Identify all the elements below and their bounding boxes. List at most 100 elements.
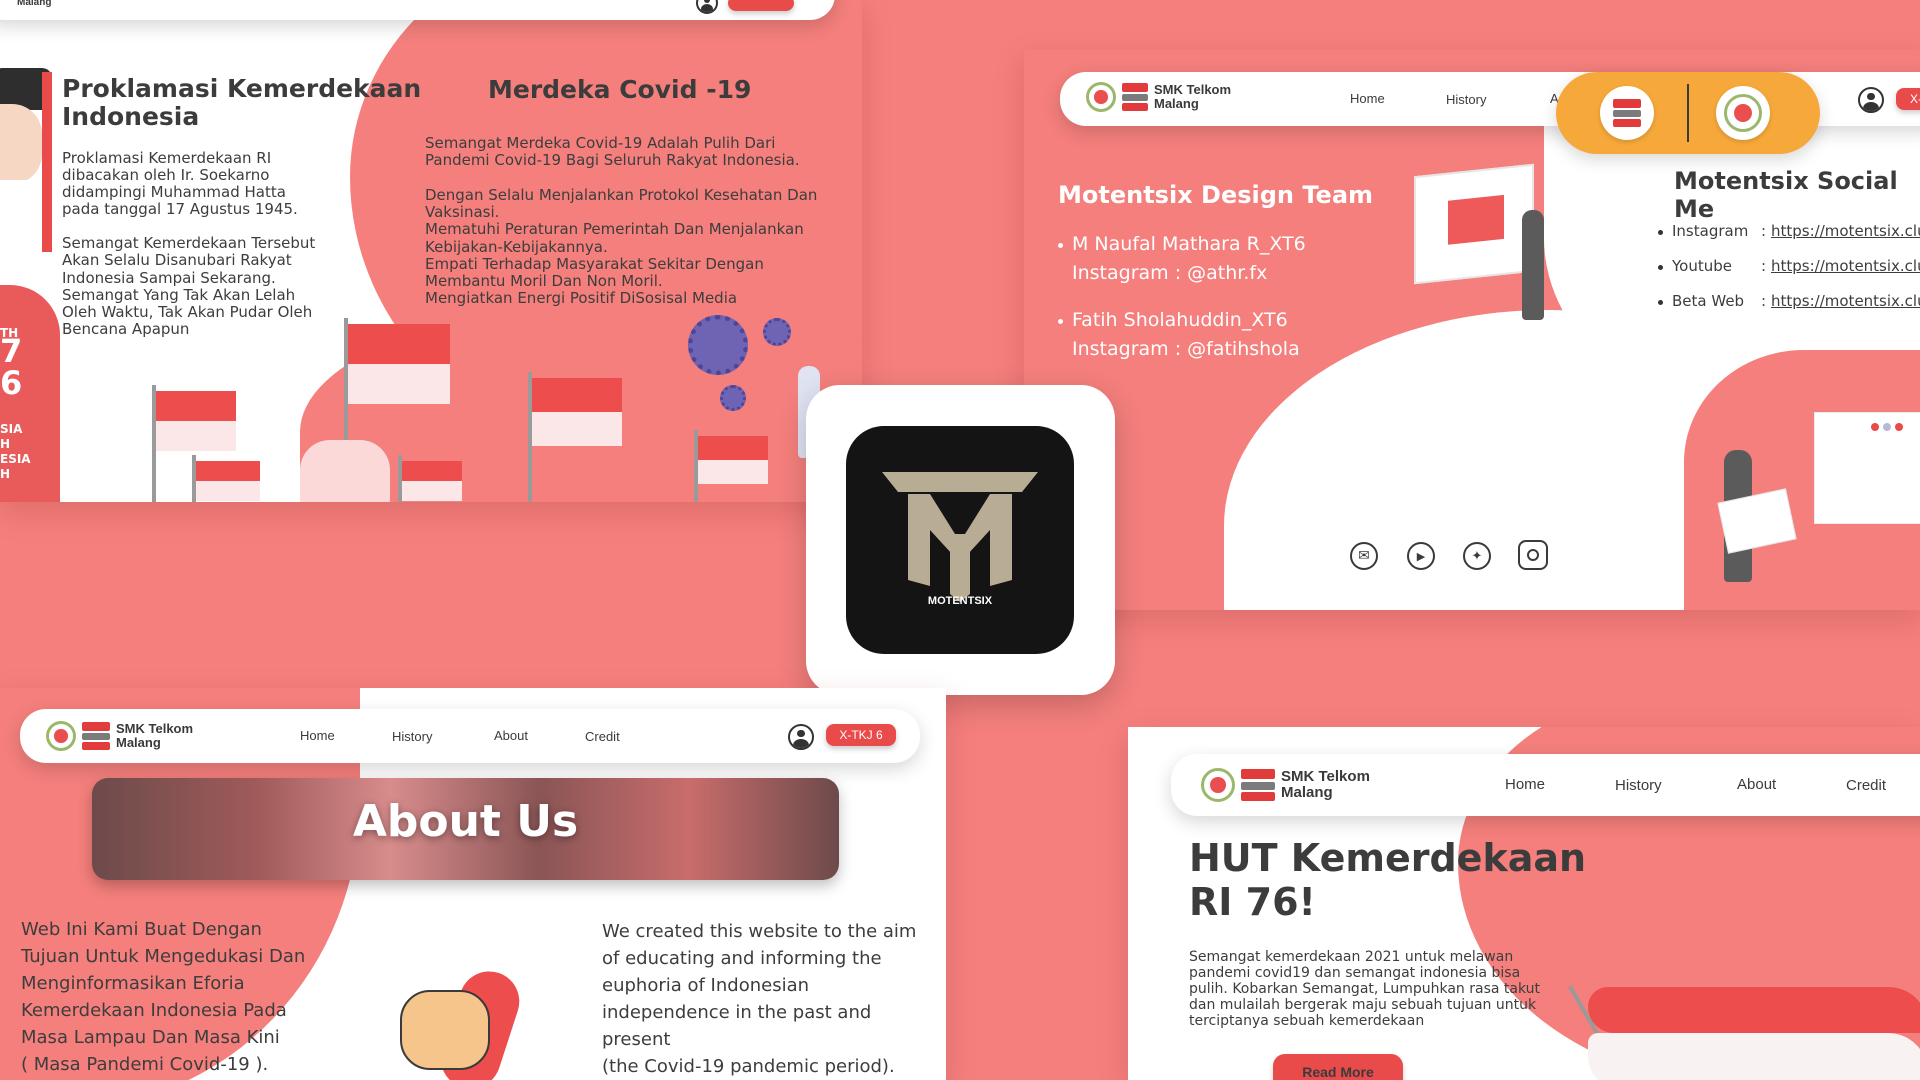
covid-body-2: Dengan Selalu Menjalankan Protokol Keseh… (425, 186, 818, 308)
history-panel: Malang Proklamasi Kemerdekaan Indonesia … (0, 0, 862, 502)
user-avatar[interactable] (788, 724, 814, 750)
home-panel: SMK Telkom Malang Home History About Cre… (1128, 727, 1920, 1080)
user-avatar[interactable] (696, 0, 718, 14)
nav-history[interactable]: History (1446, 92, 1486, 107)
flag-illustration (398, 455, 464, 502)
history-body-2: Semangat Kemerdekaan Tersebut Akan Selal… (62, 234, 316, 339)
mail-icon[interactable]: ✉ (1350, 542, 1378, 570)
brand-name: SMK Telkom (1281, 768, 1370, 786)
member-2-instagram: Instagram : @fatihshola (1072, 338, 1300, 360)
bullet-dot (1658, 230, 1663, 235)
fist-illustration (300, 440, 390, 502)
social-instagram-link[interactable]: https://motentsix.clu (1771, 222, 1920, 240)
top-navbar: Malang (0, 0, 835, 20)
nav-home[interactable]: Home (1505, 776, 1545, 793)
covid-body-1: Semangat Merdeka Covid-19 Adalah Pulih D… (425, 134, 800, 169)
school-emblem-icon (1086, 82, 1116, 112)
team-title: Motentsix Design Team (1058, 181, 1374, 209)
member-2-name: Fatih Sholahuddin_XT6 (1072, 309, 1288, 331)
brand-city: Malang (116, 735, 161, 750)
class-tag-button[interactable]: X-TKJ 6 (826, 724, 896, 746)
nav-credit[interactable]: Credit (1846, 777, 1886, 794)
youtube-icon[interactable]: ▶ (1407, 542, 1435, 570)
ts-logo-icon (1613, 99, 1641, 127)
virus-illustration (688, 315, 748, 375)
twitter-icon[interactable]: ✦ (1463, 542, 1491, 570)
divider (1687, 84, 1689, 142)
brand-text: Malang (17, 0, 52, 8)
nav-about[interactable]: About (494, 728, 528, 743)
presentation-illustration (1414, 163, 1534, 285)
flag-illustration (694, 430, 770, 502)
waving-flag-illustration (1568, 985, 1920, 1080)
virus-illustration (720, 385, 746, 411)
history-title: Proklamasi Kemerdekaan Indonesia (62, 74, 422, 131)
social-colon: : (1761, 222, 1767, 240)
brand-logo: SMK Telkom Malang (1086, 82, 1231, 112)
read-more-button[interactable]: Read More (1273, 1054, 1403, 1080)
member-1-name: M Naufal Mathara R_XT6 (1072, 233, 1306, 255)
nav-home[interactable]: Home (1350, 91, 1385, 106)
bullet-dot (1658, 265, 1663, 270)
soekarno-portrait (0, 68, 52, 254)
school-emblem-icon (1724, 94, 1762, 132)
about-text-indonesian: Web Ini Kami Buat Dengan Tujuan Untuk Me… (21, 919, 306, 1075)
about-banner-title: About Us (352, 796, 579, 847)
social-youtube-link[interactable]: https://motentsix.clu (1771, 257, 1920, 275)
brand-city: Malang (1154, 96, 1199, 111)
nav-about[interactable]: About (1737, 776, 1776, 793)
social-colon: : (1761, 257, 1767, 275)
flag-illustration (192, 455, 262, 502)
user-avatar[interactable] (1858, 87, 1884, 113)
home-title: HUT Kemerdekaan RI 76! (1189, 836, 1587, 924)
logo-switcher-badge (1556, 72, 1820, 154)
school-emblem-icon (46, 721, 76, 751)
covid-title: Merdeka Covid -19 (488, 75, 752, 104)
instagram-icon[interactable] (1518, 540, 1548, 570)
read-more-label: Read More (1302, 1064, 1374, 1080)
brand-logo: SMK Telkom Malang (1201, 768, 1370, 802)
social-youtube-label: Youtube (1672, 257, 1732, 275)
ts-logo-button[interactable] (1600, 86, 1654, 140)
school-emblem-icon (1201, 768, 1235, 802)
bullet-dot (1058, 319, 1063, 324)
presenter-person (1522, 210, 1544, 320)
hut-badge: TH 7 6 SIA H ESIA H (0, 326, 31, 481)
fist-illustration (400, 963, 528, 1080)
brand-logo: SMK Telkom Malang (46, 721, 193, 751)
ts-logo-icon (1241, 769, 1275, 801)
member-1-instagram: Instagram : @athr.fx (1072, 262, 1268, 284)
ts-logo-icon (82, 722, 110, 750)
home-body: Semangat kemerdekaan 2021 untuk melawan … (1189, 949, 1541, 1029)
nav-home[interactable]: Home (300, 728, 335, 743)
social-title: Motentsix Social Me (1674, 167, 1898, 223)
top-navbar: SMK Telkom Malang Home History About Cre… (20, 709, 920, 763)
about-text-english: We created this website to the aim of ed… (602, 921, 917, 1077)
nav-history[interactable]: History (392, 729, 432, 744)
class-tag-button[interactable]: X- (1896, 88, 1920, 110)
ts-logo-icon (1122, 83, 1148, 111)
app-icon-card: MOTENTSIX (806, 385, 1115, 695)
top-navbar: SMK Telkom Malang Home History About Cre… (1171, 754, 1920, 816)
bullet-dot (1658, 300, 1663, 305)
brand-city: Malang (1281, 784, 1333, 801)
nav-credit[interactable]: Credit (585, 729, 620, 744)
social-media-illustration (1814, 412, 1920, 524)
social-betaweb-label: Beta Web (1672, 292, 1745, 310)
social-colon: : (1761, 292, 1767, 310)
bullet-dot (1058, 243, 1063, 248)
nav-history[interactable]: History (1615, 777, 1662, 794)
about-banner: About Us (92, 778, 839, 880)
social-betaweb-link[interactable]: https://motentsix.clu (1771, 292, 1920, 310)
virus-illustration (763, 318, 791, 346)
brand-name: SMK Telkom (1154, 82, 1232, 98)
class-tag-button[interactable] (728, 0, 794, 11)
app-icon-label: MOTENTSIX (927, 595, 993, 607)
flag-illustration (528, 372, 624, 502)
motentsix-logo-icon (882, 472, 1038, 602)
app-icon[interactable]: MOTENTSIX (846, 426, 1074, 654)
about-panel: SMK Telkom Malang Home History About Cre… (0, 688, 946, 1080)
brand-name: SMK Telkom (116, 721, 194, 737)
school-emblem-button[interactable] (1716, 86, 1770, 140)
history-body-1: Proklamasi Kemerdekaan RI dibacakan oleh… (62, 149, 298, 218)
